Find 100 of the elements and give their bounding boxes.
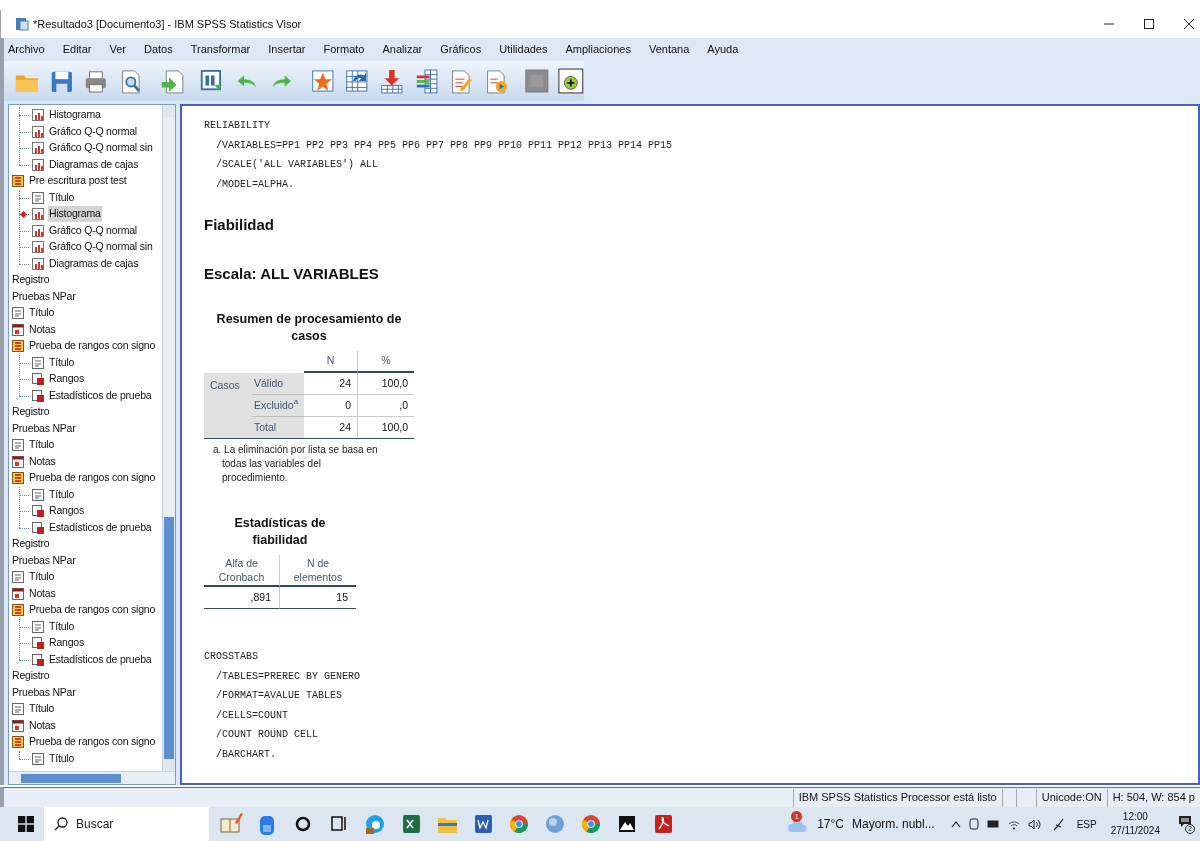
outline-item[interactable]: Título [48,750,76,767]
outline-item[interactable]: Pre escritura post test [28,173,128,190]
outline-item[interactable]: Gráfico Q-Q normal sin [48,239,154,256]
outline-item[interactable]: Gráfico Q-Q normal [48,222,138,239]
chevron-up-icon[interactable] [950,820,961,828]
star-grid-icon[interactable] [309,67,336,95]
menu-item[interactable]: Formato [321,40,367,58]
chart-item-icon [31,240,45,255]
syntax-text: CROSSTABS /TABLES=PREREC BY GENERO /FORMAT=AVALUE TABLES /CELLS=COUNT /COUNT ROUND CELL /BARCHART. [204,650,362,762]
menu-item[interactable]: Insertar [266,40,308,58]
table-item-icon [31,372,45,387]
outline-item[interactable]: Estadísticos de prueba [48,387,153,404]
table-item-icon [31,504,45,519]
menu-item[interactable]: Archivo [6,40,47,58]
outline-item[interactable]: Pruebas NPar [11,684,77,701]
clock[interactable]: 12:00 27/11/2024 [1110,810,1160,838]
outline-item[interactable]: Título [28,305,56,322]
menu-item[interactable]: Ventana [646,40,692,58]
notes-item-icon [11,322,25,337]
menu-item[interactable]: Editar [60,40,94,58]
outline-item[interactable]: Prueba de rangos con signo [28,602,157,619]
outline-item[interactable]: Diagramas de cajas [48,156,140,173]
battery-icon[interactable] [986,820,1000,828]
pen-icon[interactable] [1052,817,1065,831]
outline-item[interactable]: Pruebas NPar [11,288,77,305]
menu-item[interactable]: Ver [107,40,128,58]
outline-item[interactable]: Diagramas de cajas [48,255,140,272]
title-item-icon [31,190,45,205]
outline-item[interactable]: Registro [11,272,51,289]
outline-item[interactable]: Registro [11,404,51,421]
wifi-icon[interactable] [1007,818,1020,830]
outline-item[interactable]: Rangos [48,635,85,652]
outline-item[interactable]: Registro [11,668,51,685]
notes-item-icon [11,454,25,469]
outline-item[interactable]: Notas [28,453,57,470]
outline-item[interactable]: Notas [28,717,57,734]
table-cell: ,0 [358,395,414,417]
square-icon[interactable] [523,67,550,95]
outline-item[interactable]: Título [48,189,76,206]
outline-item[interactable]: Notas [28,321,57,338]
menu-item[interactable]: Analizar [380,40,425,58]
outline-item[interactable]: Título [28,569,56,586]
menu-item[interactable]: Ayuda [705,40,741,58]
column-header: N [304,351,358,373]
menu-item[interactable]: Transformar [188,40,253,58]
speaker-icon[interactable] [1027,818,1041,830]
outline-item[interactable]: Rangos [48,371,85,388]
insert-arrow-icon[interactable] [378,67,405,95]
menu-item[interactable]: Datos [141,40,175,58]
outline-item[interactable]: Prueba de rangos con signo [28,338,157,355]
search-icon [54,817,68,831]
title-item-icon [31,487,45,502]
horizontal-scrollbar[interactable] [9,771,175,784]
menu-item[interactable]: Utilidades [497,40,550,58]
chart-item-icon [31,124,45,139]
menu-item[interactable]: Gráficos [438,40,484,58]
search-field[interactable]: Buscar [44,807,209,841]
outline-item[interactable]: Histograma [48,107,102,124]
table-title: Estadísticas de fiabilidad [233,515,327,549]
status-text: H: 504, W: 854 p [1106,788,1200,807]
outline-item[interactable]: Título [48,354,76,371]
outline-item[interactable]: Prueba de rangos con signo [28,470,157,487]
procedure-item-icon [11,603,25,618]
outline-item[interactable]: Título [28,437,56,454]
outline-item[interactable]: Título [28,701,56,718]
notes-item-icon [11,718,25,733]
camera-icon[interactable] [968,818,979,830]
close-icon[interactable] [1184,19,1194,29]
outline-item[interactable]: Notas [28,585,57,602]
procedure-item-icon [11,174,25,189]
menu-item[interactable]: Ampliaciones [563,40,633,58]
notification-icon[interactable] [1178,815,1192,828]
outline-item[interactable]: Título [48,618,76,635]
table-cell: 100,0 [358,417,414,439]
outline-item[interactable]: Registro [11,536,51,553]
table-item-icon [31,388,45,403]
outline-item[interactable]: Título [48,486,76,503]
windows-start-icon[interactable] [18,816,34,832]
syntax-text: RELIABILITY /VARIABLES=PP1 PP2 PP3 PP4 PP5 PP6 PP7 PP8 PP9 PP10 PP11 PP12 PP13 PP14 PP15 /SCALE('ALL VARIABLES') ALL /MODEL=ALPHA. [204,119,674,192]
language-indicator[interactable]: ESP [1076,816,1097,832]
output-heading: Fiabilidad [204,215,275,235]
app-icon [15,17,29,31]
maximize-icon[interactable] [1144,19,1154,29]
outline-item[interactable]: Pruebas NPar [11,420,77,437]
outline-item[interactable]: Gráfico Q-Q normal [48,123,138,140]
outline-item[interactable]: Prueba de rangos con signo [28,734,157,751]
outline-item[interactable]: Rangos [48,503,85,520]
procedure-item-icon [11,471,25,486]
column-header: % [358,351,414,373]
grid-arrow-icon[interactable] [344,67,370,95]
temperature: 17°C [817,816,844,833]
outline-item[interactable]: Estadísticos de prueba [48,651,153,668]
outline-item[interactable]: Pruebas NPar [11,552,77,569]
chart-item-icon [31,157,45,172]
outline-item[interactable]: Histograma [48,206,102,223]
row-group-header: Casos [204,373,252,439]
outline-item[interactable]: Gráfico Q-Q normal sin [48,140,154,157]
outline-item[interactable]: Estadísticos de prueba [48,519,153,536]
status-text: Unicode:ON [1035,788,1107,807]
vertical-scrollbar[interactable] [162,105,175,771]
